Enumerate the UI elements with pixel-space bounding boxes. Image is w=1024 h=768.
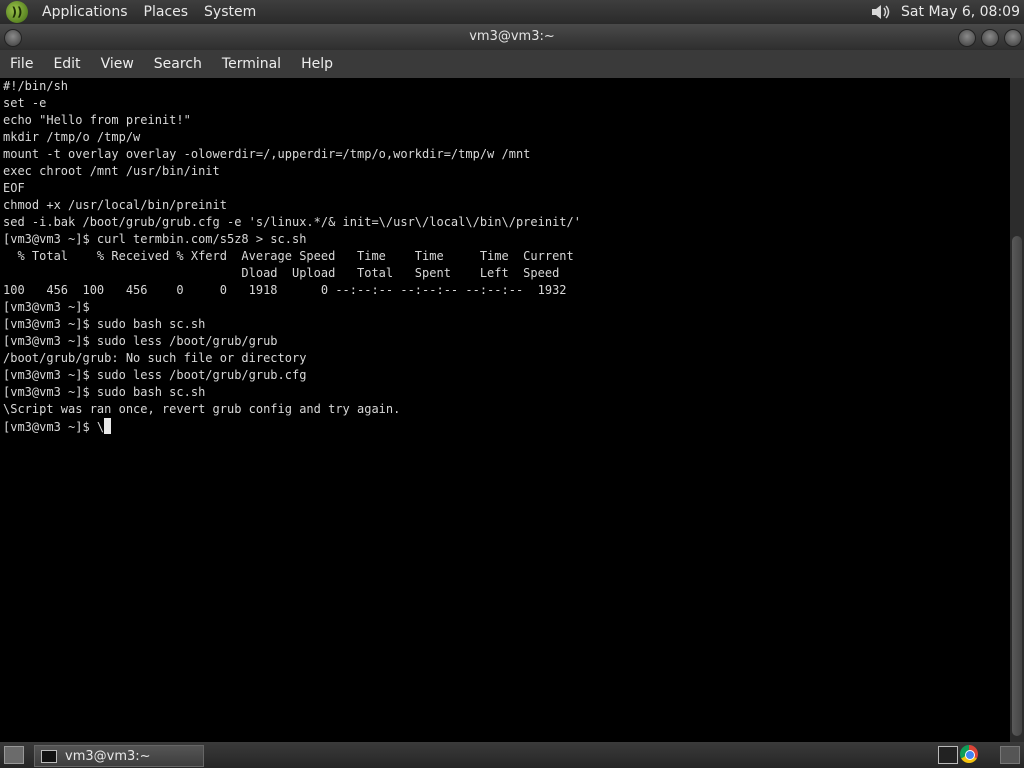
panel-tray: Sat May 6, 08:09 <box>869 0 1024 24</box>
top-panel: )) Applications Places System Sat May 6,… <box>0 0 1024 24</box>
terminal-line: echo "Hello from preinit!" <box>3 113 191 127</box>
terminal-line: mount -t overlay overlay -olowerdir=/,up… <box>3 147 531 161</box>
chrome-icon[interactable] <box>960 745 978 763</box>
minimize-button[interactable] <box>958 29 976 47</box>
terminal-line: [vm3@vm3 ~]$ <box>3 300 90 314</box>
places-menu[interactable]: Places <box>136 4 197 20</box>
terminal-launcher-icon[interactable] <box>938 746 958 764</box>
vertical-scrollbar[interactable] <box>1010 78 1024 742</box>
terminal-icon <box>41 749 57 763</box>
terminal-line: [vm3@vm3 ~]$ curl termbin.com/s5z8 > sc.… <box>3 232 307 246</box>
terminal-line: \Script was ran once, revert grub config… <box>3 402 401 416</box>
terminal-line: EOF <box>3 181 25 195</box>
workspace-switcher-icon[interactable] <box>1000 746 1020 764</box>
clock[interactable]: Sat May 6, 08:09 <box>901 4 1020 20</box>
terminal-menubar: File Edit View Search Terminal Help <box>0 50 1024 78</box>
terminal-line: % Total % Received % Xferd Average Speed… <box>3 249 574 263</box>
menu-search[interactable]: Search <box>144 56 212 72</box>
bottom-panel: vm3@vm3:~ <box>0 742 1024 768</box>
terminal-line: [vm3@vm3 ~]$ sudo bash sc.sh <box>3 317 206 331</box>
terminal-line: #!/bin/sh <box>3 79 69 93</box>
terminal-line: Dload Upload Total Spent Left Speed <box>3 266 560 280</box>
taskbar-item-terminal[interactable]: vm3@vm3:~ <box>34 745 204 767</box>
maximize-button[interactable] <box>981 29 999 47</box>
terminal-line: sed -i.bak /boot/grub/grub.cfg -e 's/lin… <box>3 215 581 229</box>
show-desktop-icon[interactable] <box>4 746 24 764</box>
terminal-line: exec chroot /mnt /usr/bin/init <box>3 164 220 178</box>
speaker-icon[interactable] <box>869 2 891 22</box>
close-button[interactable] <box>1004 29 1022 47</box>
menu-view[interactable]: View <box>91 56 144 72</box>
applications-menu[interactable]: Applications <box>34 4 136 20</box>
distro-logo-icon[interactable]: )) <box>6 1 28 23</box>
system-menu[interactable]: System <box>196 4 264 20</box>
terminal-line: [vm3@vm3 ~]$ sudo less /boot/grub/grub <box>3 334 278 348</box>
menu-file[interactable]: File <box>0 56 43 72</box>
taskbar-item-label: vm3@vm3:~ <box>65 748 151 764</box>
terminal-line: 100 456 100 456 0 0 1918 0 --:--:-- --:-… <box>3 283 567 297</box>
terminal-area[interactable]: #!/bin/sh set -e echo "Hello from preini… <box>0 78 1010 742</box>
terminal-line: [vm3@vm3 ~]$ sudo bash sc.sh <box>3 385 206 399</box>
text-cursor <box>104 418 112 434</box>
terminal-line: [vm3@vm3 ~]$ sudo less /boot/grub/grub.c… <box>3 368 307 382</box>
terminal-line: set -e <box>3 96 47 110</box>
terminal-line: chmod +x /usr/local/bin/preinit <box>3 198 227 212</box>
menu-edit[interactable]: Edit <box>43 56 90 72</box>
window-title: vm3@vm3:~ <box>469 29 555 44</box>
window-titlebar[interactable]: vm3@vm3:~ <box>0 24 1024 50</box>
terminal-line: /boot/grub/grub: No such file or directo… <box>3 351 307 365</box>
scrollbar-thumb[interactable] <box>1012 236 1022 736</box>
menu-help[interactable]: Help <box>291 56 343 72</box>
menu-terminal[interactable]: Terminal <box>212 56 291 72</box>
terminal-prompt: [vm3@vm3 ~]$ \ <box>3 420 105 434</box>
terminal-output: #!/bin/sh set -e echo "Hello from preini… <box>0 78 1010 436</box>
terminal-line: mkdir /tmp/o /tmp/w <box>3 130 141 144</box>
